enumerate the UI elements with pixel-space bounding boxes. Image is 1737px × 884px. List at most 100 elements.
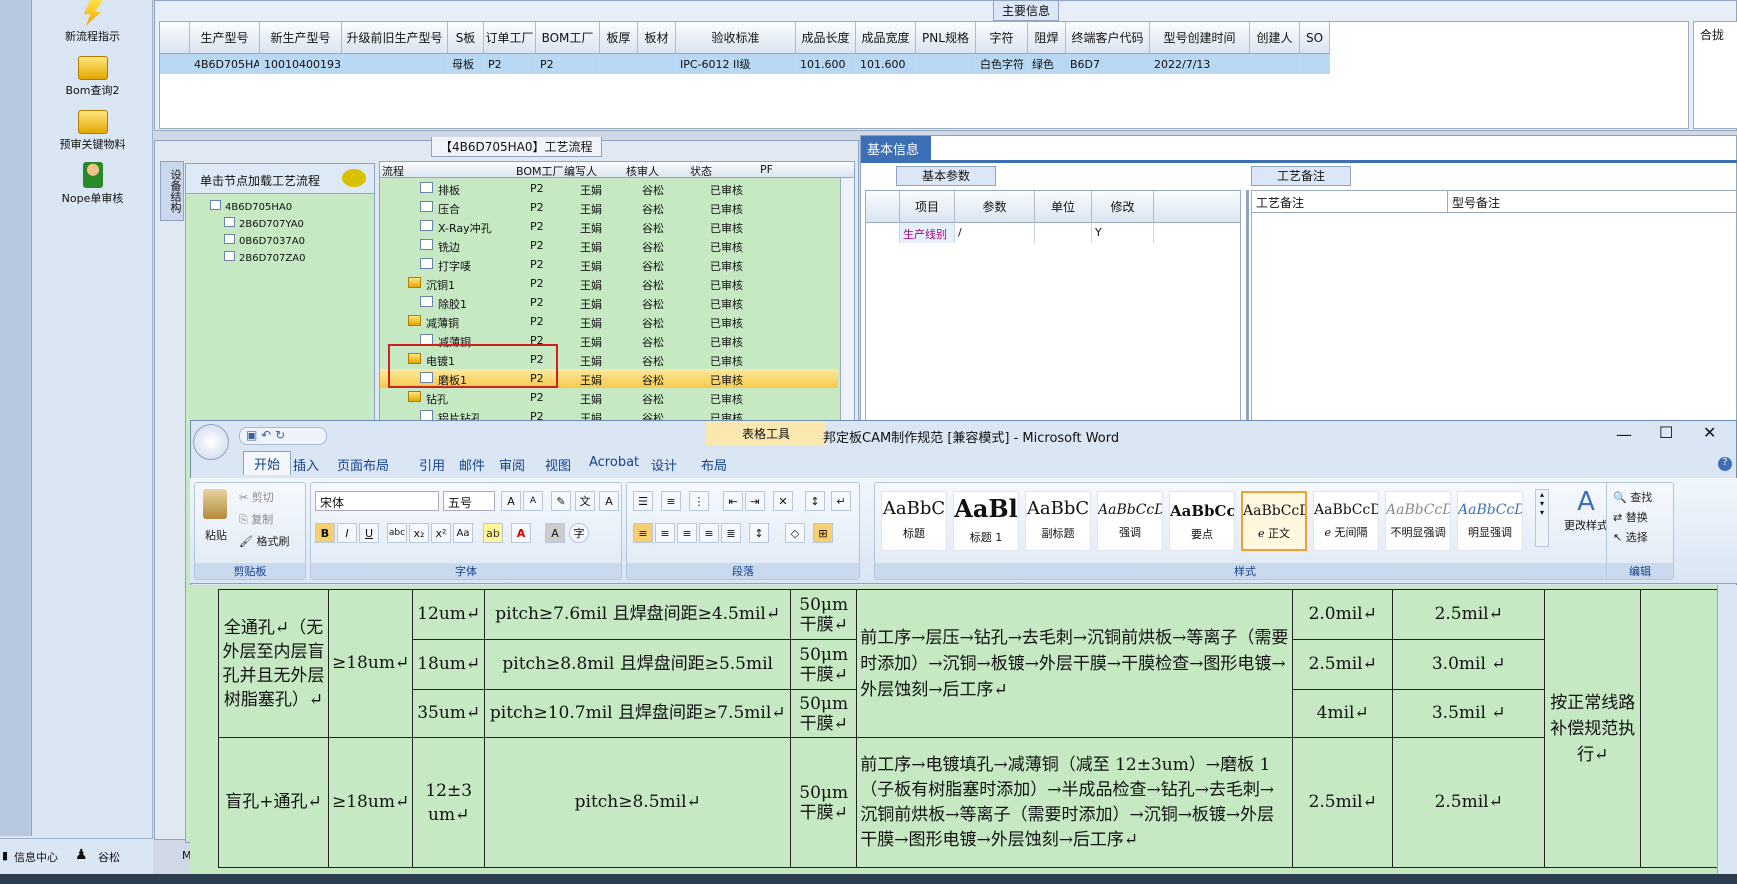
close-button[interactable]: ✕ — [1703, 423, 1716, 442]
table-row[interactable]: 4B6D705HA010010400193273母板P2P2IPC-6012 I… — [160, 54, 1330, 74]
style-item[interactable]: AaBl 标题 1 — [953, 491, 1019, 551]
enclose-char-button[interactable]: 字 — [569, 523, 589, 543]
numbering-button[interactable]: ≡ — [661, 491, 681, 511]
justify-button[interactable]: ≡ — [699, 523, 719, 543]
paste-button[interactable]: 粘贴 — [205, 527, 227, 543]
flow-row[interactable]: X-Ray冲孔 P2 王娟 谷松 已审核 — [380, 217, 838, 236]
tree-node[interactable]: 0B6D7037A0 — [224, 234, 305, 247]
column-header[interactable]: 参数 — [955, 191, 1035, 223]
style-item[interactable]: AaBbCcDι ℯ 无间隔 — [1313, 491, 1379, 551]
tab-1[interactable]: 插入 — [293, 455, 319, 474]
distributed-button[interactable]: ≣ — [721, 523, 741, 543]
save-icon[interactable]: ▣ — [246, 428, 257, 442]
column-header[interactable]: BOM工厂 — [536, 22, 600, 53]
flow-row[interactable]: 减薄铜 P2 王娟 谷松 已审核 — [380, 312, 838, 331]
styles-scroll[interactable]: ▴ ▾ ▾ — [1535, 489, 1549, 547]
show-marks-button[interactable]: ↵ — [831, 491, 851, 511]
tab-basic-info[interactable]: 基本信息 — [861, 136, 931, 160]
tab-2[interactable]: 页面布局 — [337, 455, 389, 474]
italic-button[interactable]: I — [337, 523, 357, 543]
column-header[interactable]: BOM工厂 — [516, 163, 564, 179]
highlight-button[interactable]: ab — [483, 523, 503, 543]
flow-row[interactable]: 压合 P2 王娟 谷松 已审核 — [380, 198, 838, 217]
phonetic-button[interactable]: 文 — [575, 491, 595, 511]
tab-equipment[interactable]: 设备结构 — [160, 161, 184, 221]
superscript-button[interactable]: x² — [431, 523, 451, 543]
subscript-button[interactable]: x₂ — [409, 523, 429, 543]
column-header[interactable]: 成品长度 — [796, 22, 856, 53]
flow-row[interactable]: 除胶1 P2 王娟 谷松 已审核 — [380, 293, 838, 312]
bullets-button[interactable]: ☰ — [633, 491, 653, 511]
style-item[interactable]: AaBbCcDι 不明显强调 — [1385, 491, 1451, 551]
change-case-button[interactable]: Aa — [453, 523, 473, 543]
tree-node[interactable]: 2B6D707ZA0 — [224, 251, 305, 264]
column-header[interactable]: 板厚 — [600, 22, 638, 53]
column-header[interactable]: 字符 — [976, 22, 1028, 53]
sort-button[interactable]: ↕ — [805, 491, 825, 511]
line-spacing-button[interactable]: ↕ — [749, 523, 769, 543]
tab-4[interactable]: 邮件 — [459, 455, 485, 474]
tab-8[interactable]: 设计 — [651, 455, 677, 474]
undo-icon[interactable]: ↶ — [261, 428, 271, 442]
decrease-indent-button[interactable]: ⇤ — [723, 491, 743, 511]
column-header[interactable]: 单位 — [1035, 191, 1092, 223]
multilevel-button[interactable]: ⋮ — [689, 491, 709, 511]
tab-9[interactable]: 布局 — [701, 455, 727, 474]
flow-row[interactable]: 铣边 P2 王娟 谷松 已审核 — [380, 236, 838, 255]
strikethrough-button[interactable]: abc — [387, 523, 407, 543]
flow-row[interactable]: 打字唛 P2 王娟 谷松 已审核 — [380, 255, 838, 274]
column-header[interactable]: 板材 — [638, 22, 676, 53]
info-center-link[interactable]: 信息中心 — [14, 849, 58, 865]
nav-item-bom-query[interactable]: Bom查询2 — [40, 56, 145, 98]
column-header[interactable]: 型号创建时间 — [1150, 22, 1250, 53]
flow-row[interactable]: 沉铜1 P2 王娟 谷松 已审核 — [380, 274, 838, 293]
style-item[interactable]: AaBbC 副标题 — [1025, 491, 1091, 551]
select-button[interactable]: ↖ 选择 — [1613, 529, 1648, 545]
column-header[interactable]: 编写人 — [564, 163, 597, 179]
column-header[interactable]: 状态 — [690, 163, 712, 179]
borders-button[interactable]: ⊞ — [813, 523, 833, 543]
align-left-button[interactable]: ≡ — [633, 523, 653, 543]
column-header[interactable]: 生产型号 — [190, 22, 260, 53]
copy-button[interactable]: ⎘ 复制 — [239, 511, 273, 527]
flow-row[interactable]: 钻孔 P2 王娟 谷松 已审核 — [380, 388, 838, 407]
column-header[interactable]: 修改 — [1092, 191, 1154, 223]
tab-process-remark[interactable]: 工艺备注 — [1251, 166, 1351, 186]
grow-font-button[interactable]: A — [501, 491, 521, 511]
tree-node[interactable]: 2B6D707YA0 — [224, 217, 304, 230]
redo-icon[interactable]: ↻ — [275, 428, 285, 442]
font-name-select[interactable]: 宋体 — [315, 491, 439, 511]
column-header[interactable]: 订单工厂 — [484, 22, 536, 53]
align-right-button[interactable]: ≡ — [677, 523, 697, 543]
nav-item-nope-review[interactable]: Nope单审核 — [40, 162, 145, 206]
maximize-button[interactable]: ☐ — [1659, 423, 1673, 442]
char-shading-button[interactable]: A — [545, 523, 565, 543]
column-header[interactable]: 升级前旧生产型号 — [342, 22, 448, 53]
splitter[interactable] — [1246, 190, 1249, 436]
vertical-scrollbar[interactable] — [840, 178, 854, 430]
nav-item-material[interactable]: 预审关键物料 — [40, 110, 145, 152]
minimize-button[interactable]: — — [1616, 425, 1632, 444]
change-styles-button[interactable]: A 更改样式 — [1561, 487, 1611, 533]
column-header[interactable]: 终端客户代码 — [1066, 22, 1150, 53]
format-painter-button[interactable]: 🖌 格式刷 — [239, 533, 289, 549]
column-header[interactable]: 项目 — [900, 191, 955, 223]
column-header[interactable]: PNL规格 — [916, 22, 976, 53]
style-item[interactable]: AaBbCcDι 强调 — [1097, 491, 1163, 551]
column-header[interactable]: 创建人 — [1250, 22, 1300, 53]
office-button[interactable] — [193, 424, 229, 460]
find-button[interactable]: 🔍 查找 — [1613, 489, 1652, 505]
char-border-button[interactable]: A — [599, 491, 619, 511]
align-center-button[interactable]: ≡ — [655, 523, 675, 543]
clear-format-button[interactable]: ✎ — [551, 491, 571, 511]
increase-indent-button[interactable]: ⇥ — [745, 491, 765, 511]
table-row[interactable]: 生产线别 / Y — [866, 223, 1240, 243]
tab-7[interactable]: Acrobat — [589, 455, 639, 470]
style-item[interactable]: AaBbC 标题 — [881, 491, 947, 551]
nav-item-new-flow[interactable]: 新流程指示 — [40, 0, 145, 44]
asian-layout-button[interactable]: ✕ — [773, 491, 793, 511]
shading-button[interactable]: ◇ — [785, 523, 805, 543]
column-header[interactable]: 核审人 — [626, 163, 659, 179]
document-area[interactable]: 全通孔↵（无外层至内层盲孔并且无外层树脂塞孔）↵ ≥18um↵ 12um↵ pi… — [190, 585, 1737, 884]
column-header[interactable]: 阻焊 — [1028, 22, 1066, 53]
